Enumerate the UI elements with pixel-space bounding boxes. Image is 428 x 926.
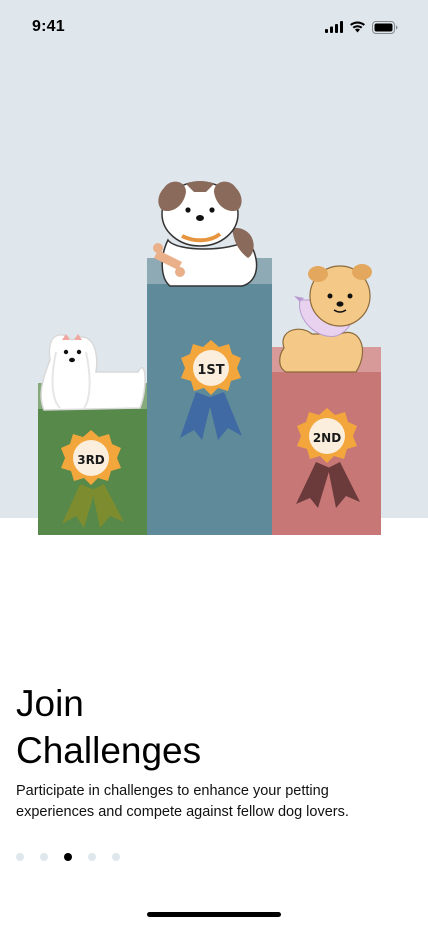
golden-dog-illustration [279, 264, 372, 373]
third-place-label: 3RD [77, 453, 105, 467]
second-place-label: 2ND [313, 431, 341, 445]
description-text: Participate in challenges to enhance you… [16, 783, 349, 820]
home-indicator[interactable] [147, 912, 281, 917]
page-title: Join Challenges [16, 680, 412, 774]
pagination-dot-4[interactable] [88, 853, 96, 861]
maltese-dog-illustration [40, 334, 146, 411]
cellular-signal-icon [325, 21, 343, 33]
pagination-dot-5[interactable] [112, 853, 120, 861]
title-line-1: Join [16, 683, 84, 724]
hero-illustration: 1ST 3RD 2ND [0, 0, 428, 535]
wifi-icon [350, 21, 365, 33]
shih-tzu-dog-illustration [153, 181, 258, 287]
pagination-dot-1[interactable] [16, 853, 24, 861]
status-icons [325, 20, 398, 34]
battery-icon [372, 20, 398, 34]
podium-illustration: 1ST 3RD 2ND [38, 181, 381, 535]
pagination-dot-2[interactable] [40, 853, 48, 861]
pagination-dots [16, 853, 120, 861]
first-place-label: 1ST [197, 363, 224, 378]
title-line-2: Challenges [16, 730, 202, 771]
status-time: 9:41 [32, 18, 65, 35]
first-podium-block [147, 284, 272, 535]
pagination-dot-3-active[interactable] [64, 853, 72, 861]
status-bar: 9:41 [0, 0, 428, 54]
